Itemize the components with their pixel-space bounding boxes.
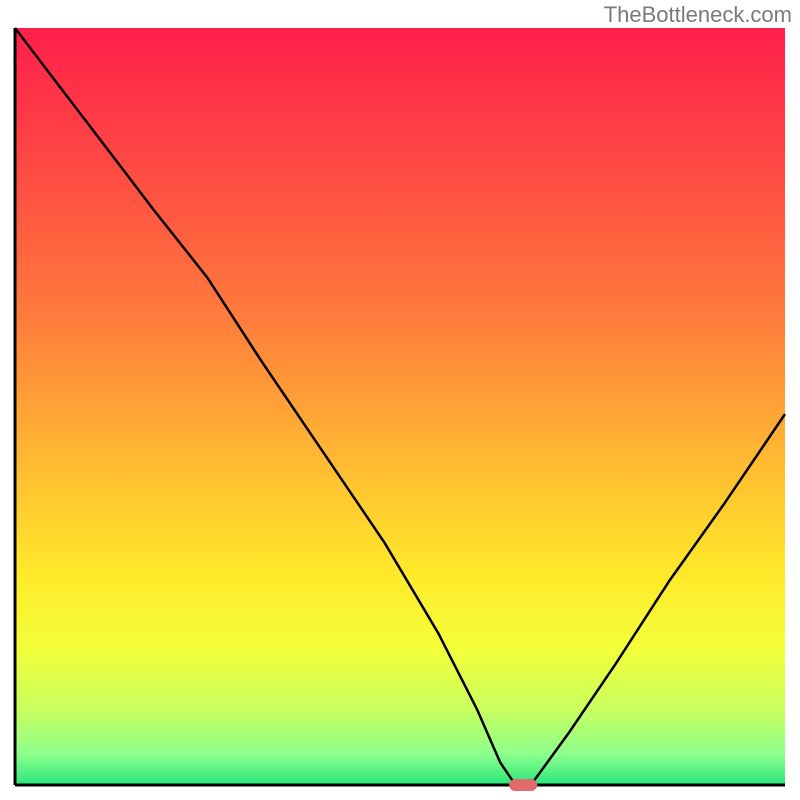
optimal-marker bbox=[509, 779, 537, 791]
plot-background bbox=[15, 28, 785, 785]
chart-container: TheBottleneck.com bbox=[0, 0, 800, 800]
bottleneck-chart bbox=[0, 0, 800, 800]
watermark-text: TheBottleneck.com bbox=[604, 2, 792, 28]
